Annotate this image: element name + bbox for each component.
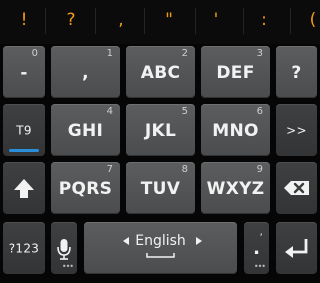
key-ghi[interactable]: 4 GHI bbox=[51, 104, 120, 156]
key-enter[interactable] bbox=[276, 222, 317, 274]
space-bar-icon bbox=[146, 253, 175, 258]
key-digit-label: 6 bbox=[256, 106, 263, 117]
key-alt-label: , bbox=[259, 225, 264, 238]
key-digit-label: 7 bbox=[106, 164, 113, 175]
key-digit-label: 0 bbox=[31, 48, 38, 59]
key-tuv[interactable]: 8 TUV bbox=[126, 162, 195, 214]
key-next[interactable]: >> bbox=[276, 104, 317, 156]
key-symbols[interactable]: ?123 bbox=[3, 222, 45, 274]
key-label: . bbox=[253, 238, 260, 259]
suggestion-divider bbox=[195, 8, 196, 34]
suggestion-comma[interactable]: , bbox=[110, 10, 132, 30]
key-label: DEF bbox=[216, 63, 255, 83]
key-digit-label: 4 bbox=[106, 106, 113, 117]
key-label: ABC bbox=[140, 63, 181, 83]
more-options-dots: ••• bbox=[61, 262, 74, 271]
suggestion-question[interactable]: ? bbox=[60, 10, 82, 30]
shift-arrow-icon bbox=[14, 179, 34, 198]
key-label: >> bbox=[286, 123, 307, 138]
key-digit-label: 1 bbox=[106, 48, 113, 59]
suggestion-divider bbox=[243, 8, 244, 34]
backspace-icon bbox=[284, 181, 309, 195]
key-voice-input[interactable]: ••• bbox=[51, 222, 77, 274]
suggestion-divider bbox=[95, 8, 96, 34]
key-digit-label: 2 bbox=[181, 48, 188, 59]
key-label: JKL bbox=[144, 121, 177, 141]
key-comma[interactable]: 1 , bbox=[51, 46, 120, 98]
suggestion-double-quote[interactable]: " bbox=[158, 10, 180, 30]
key-pqrs[interactable]: 7 PQRS bbox=[51, 162, 120, 214]
more-options-dots: ••• bbox=[253, 262, 266, 271]
key-mno[interactable]: 6 MNO bbox=[201, 104, 270, 156]
suggestion-single-quote[interactable]: ' bbox=[205, 10, 227, 30]
key-dash[interactable]: 0 - bbox=[3, 46, 45, 98]
suggestion-bar: ! ? , " ' : ( bbox=[0, 0, 320, 44]
key-label: - bbox=[20, 63, 28, 83]
key-label: T9 bbox=[16, 123, 32, 138]
key-digit-label: 5 bbox=[181, 106, 188, 117]
language-label: English bbox=[135, 233, 186, 249]
key-label: ?123 bbox=[8, 241, 40, 256]
suggestion-divider bbox=[144, 8, 145, 34]
key-backspace[interactable] bbox=[276, 162, 317, 214]
suggestion-divider bbox=[45, 8, 46, 34]
key-label: PQRS bbox=[58, 179, 113, 199]
key-digit-label: 9 bbox=[256, 164, 263, 175]
t9-active-indicator bbox=[9, 149, 39, 152]
key-digit-label: 8 bbox=[181, 164, 188, 175]
key-jkl[interactable]: 5 JKL bbox=[126, 104, 195, 156]
suggestion-exclamation[interactable]: ! bbox=[13, 10, 35, 30]
suggestion-paren[interactable]: ( bbox=[302, 10, 320, 30]
key-label: WXYZ bbox=[206, 179, 265, 199]
key-space[interactable]: English bbox=[84, 222, 237, 274]
key-t9-toggle[interactable]: T9 bbox=[3, 104, 45, 156]
key-label: GHI bbox=[67, 121, 104, 141]
key-abc[interactable]: 2 ABC bbox=[126, 46, 195, 98]
key-period[interactable]: , . ••• bbox=[244, 222, 269, 274]
key-label: MNO bbox=[212, 121, 259, 141]
key-digit-label: 3 bbox=[256, 48, 263, 59]
suggestion-divider bbox=[290, 8, 291, 34]
suggestion-colon[interactable]: : bbox=[253, 10, 275, 30]
enter-icon bbox=[285, 239, 308, 258]
key-label: TUV bbox=[140, 179, 181, 199]
key-label: ? bbox=[291, 63, 302, 83]
key-label: , bbox=[82, 63, 89, 83]
key-question[interactable]: ? bbox=[276, 46, 317, 98]
key-def[interactable]: 3 DEF bbox=[201, 46, 270, 98]
key-wxyz[interactable]: 9 WXYZ bbox=[201, 162, 270, 214]
key-shift[interactable] bbox=[3, 162, 45, 214]
